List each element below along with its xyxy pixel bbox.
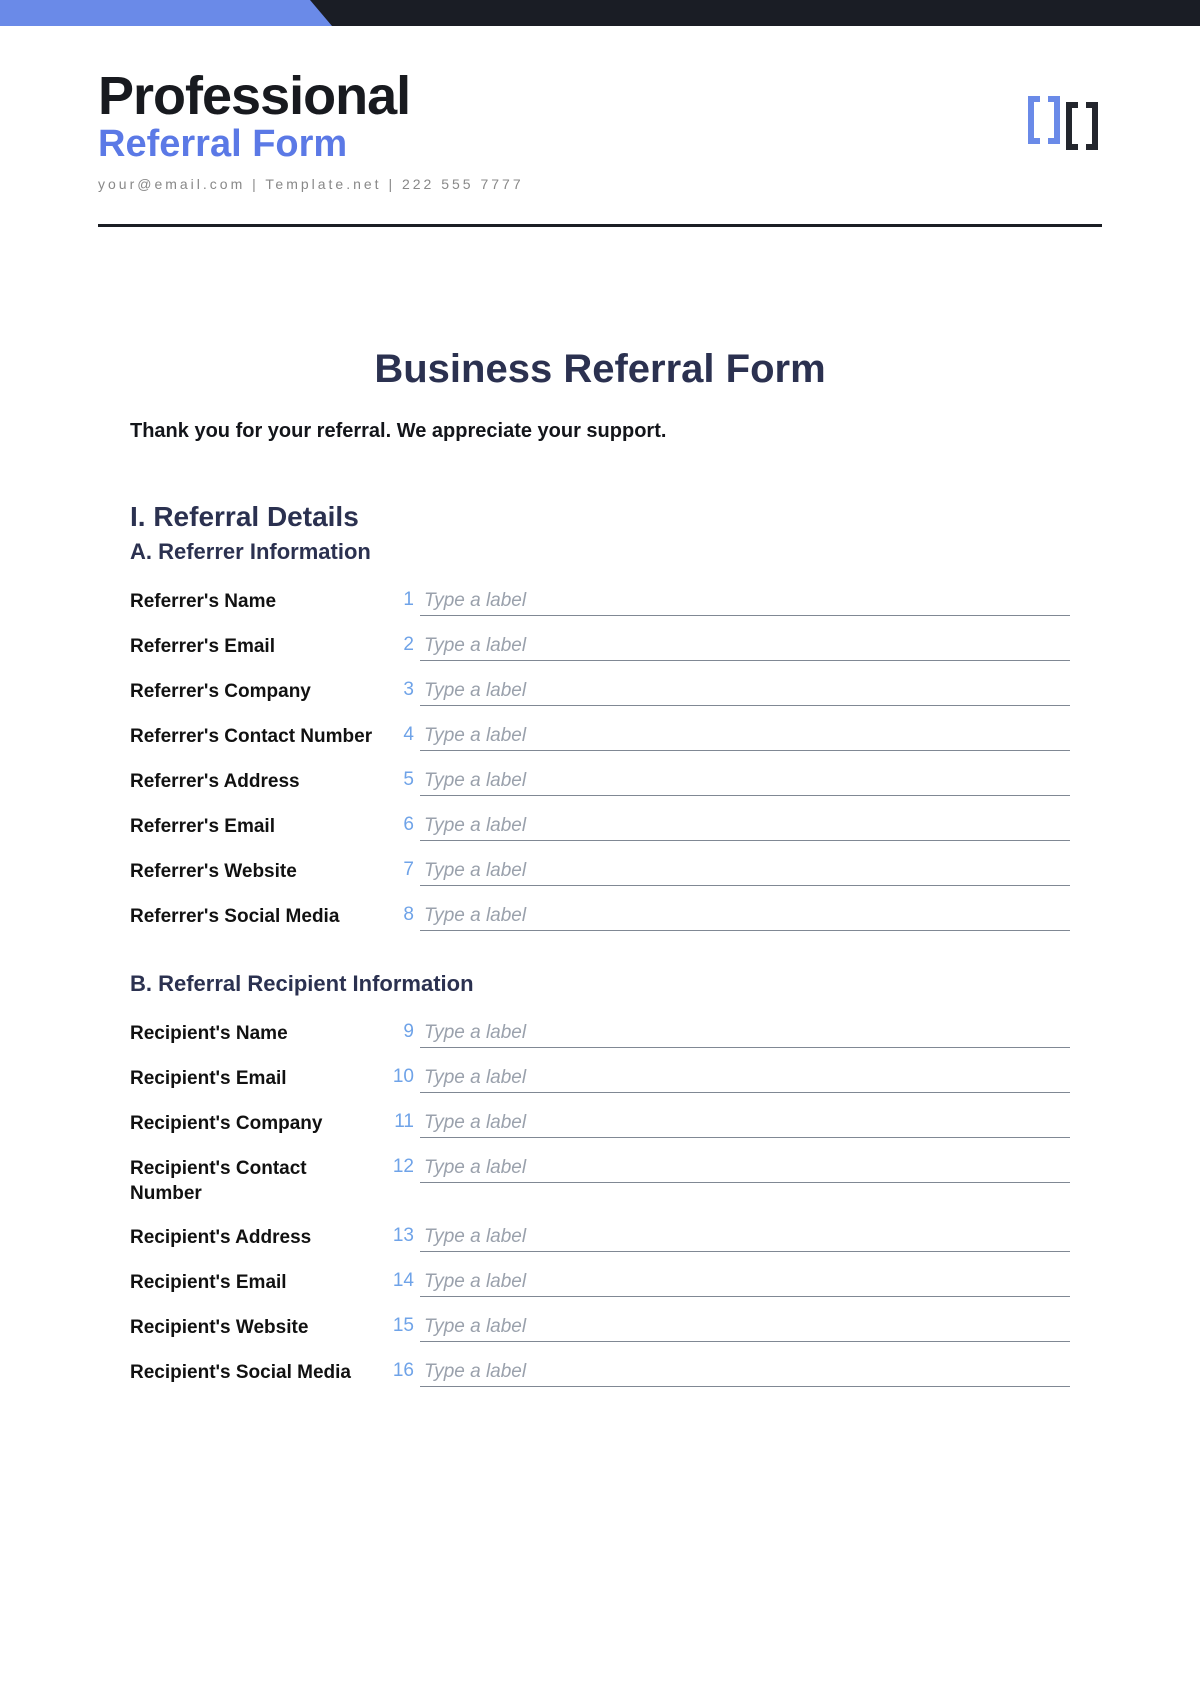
field-number: 16	[390, 1360, 420, 1382]
field-row: Referrer's Email 2	[130, 634, 1070, 661]
field-label: Referrer's Website	[130, 859, 390, 885]
section-1-heading: I. Referral Details	[130, 501, 1070, 533]
referrer-contact-input[interactable]	[420, 724, 1070, 751]
header-title: Professional	[98, 68, 1102, 125]
field-number: 11	[390, 1111, 420, 1133]
field-number: 2	[390, 634, 420, 656]
header-subtitle: Referral Form	[98, 123, 1102, 166]
field-row: Referrer's Company 3	[130, 679, 1070, 706]
field-number: 9	[390, 1021, 420, 1043]
recipient-contact-input[interactable]	[420, 1156, 1070, 1183]
content: Business Referral Form Thank you for you…	[0, 227, 1200, 1465]
field-row: Referrer's Social Media 8	[130, 904, 1070, 931]
subsection-a-heading: A. Referrer Information	[130, 539, 1070, 565]
field-number: 10	[390, 1066, 420, 1088]
field-row: Recipient's Social Media 16	[130, 1360, 1070, 1387]
field-label: Recipient's Company	[130, 1111, 390, 1137]
recipient-social-input[interactable]	[420, 1360, 1070, 1387]
field-label: Recipient's Name	[130, 1021, 390, 1047]
field-label: Referrer's Contact Number	[130, 724, 390, 750]
referrer-website-input[interactable]	[420, 859, 1070, 886]
recipient-email-input[interactable]	[420, 1066, 1070, 1093]
field-number: 8	[390, 904, 420, 926]
field-number: 12	[390, 1156, 420, 1178]
field-row: Referrer's Email 6	[130, 814, 1070, 841]
field-number: 6	[390, 814, 420, 836]
referrer-email-input[interactable]	[420, 634, 1070, 661]
field-row: Recipient's Name 9	[130, 1021, 1070, 1048]
field-row: Recipient's Email 10	[130, 1066, 1070, 1093]
field-label: Referrer's Name	[130, 589, 390, 615]
field-label: Referrer's Email	[130, 634, 390, 660]
field-label: Recipient's Contact Number	[130, 1156, 390, 1207]
field-label: Referrer's Social Media	[130, 904, 390, 930]
field-row: Referrer's Name 1	[130, 589, 1070, 616]
field-number: 13	[390, 1225, 420, 1247]
referrer-email2-input[interactable]	[420, 814, 1070, 841]
thank-you-text: Thank you for your referral. We apprecia…	[130, 420, 1070, 443]
field-number: 1	[390, 589, 420, 611]
field-row: Recipient's Website 15	[130, 1315, 1070, 1342]
field-row: Recipient's Address 13	[130, 1225, 1070, 1252]
logo-icon	[1024, 90, 1102, 150]
field-label: Referrer's Address	[130, 769, 390, 795]
recipient-fields: Recipient's Name 9 Recipient's Email 10 …	[130, 1021, 1070, 1387]
field-number: 4	[390, 724, 420, 746]
form-title: Business Referral Form	[130, 347, 1070, 392]
field-label: Referrer's Email	[130, 814, 390, 840]
field-label: Recipient's Website	[130, 1315, 390, 1341]
field-number: 15	[390, 1315, 420, 1337]
recipient-website-input[interactable]	[420, 1315, 1070, 1342]
field-row: Referrer's Website 7	[130, 859, 1070, 886]
referrer-fields: Referrer's Name 1 Referrer's Email 2 Ref…	[130, 589, 1070, 931]
recipient-company-input[interactable]	[420, 1111, 1070, 1138]
subsection-b-heading: B. Referral Recipient Information	[130, 971, 1070, 997]
field-label: Recipient's Social Media	[130, 1360, 390, 1386]
referrer-address-input[interactable]	[420, 769, 1070, 796]
field-label: Recipient's Email	[130, 1066, 390, 1092]
field-label: Referrer's Company	[130, 679, 390, 705]
header: Professional Referral Form your@email.co…	[0, 0, 1200, 192]
field-row: Recipient's Email 14	[130, 1270, 1070, 1297]
field-row: Referrer's Address 5	[130, 769, 1070, 796]
recipient-address-input[interactable]	[420, 1225, 1070, 1252]
recipient-name-input[interactable]	[420, 1021, 1070, 1048]
field-number: 7	[390, 859, 420, 881]
header-contact: your@email.com | Template.net | 222 555 …	[98, 176, 1102, 192]
field-row: Referrer's Contact Number 4	[130, 724, 1070, 751]
field-label: Recipient's Address	[130, 1225, 390, 1251]
field-number: 5	[390, 769, 420, 791]
referrer-social-input[interactable]	[420, 904, 1070, 931]
referrer-name-input[interactable]	[420, 589, 1070, 616]
field-row: Recipient's Contact Number 12	[130, 1156, 1070, 1207]
field-number: 14	[390, 1270, 420, 1292]
field-row: Recipient's Company 11	[130, 1111, 1070, 1138]
referrer-company-input[interactable]	[420, 679, 1070, 706]
recipient-email2-input[interactable]	[420, 1270, 1070, 1297]
field-label: Recipient's Email	[130, 1270, 390, 1296]
field-number: 3	[390, 679, 420, 701]
